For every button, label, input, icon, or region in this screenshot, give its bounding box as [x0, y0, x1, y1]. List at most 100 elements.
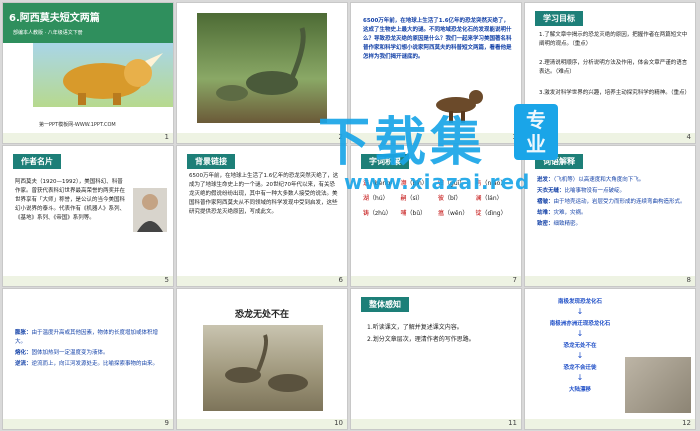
- slide-number: 8: [686, 276, 691, 284]
- definition-term: 致密：: [537, 221, 554, 227]
- definition-item: 膨胀：由于温度升高或其他因素，物体的长度增加或体积增大。: [15, 329, 165, 347]
- flow-step: 恐龙无处不在: [563, 343, 597, 349]
- arrow-down-icon: ↓: [576, 351, 584, 360]
- slide-thumbnail-9[interactable]: 膨胀：由于温度升高或其他因素，物体的长度增加或体积增大。熔化：固体加热到一定温度…: [2, 288, 174, 430]
- slide-thumbnail-12[interactable]: 南极发现恐龙化石 ↓ 南极洲亦洲迁现恐龙化石 ↓ 恐龙无处不在 ↓ 恐龙不会迁徙 ↓ 大陆漂移 …: [524, 288, 696, 430]
- slide-number: 9: [164, 419, 169, 427]
- slide-number: 10: [334, 419, 343, 427]
- slide-footer-bar: [525, 276, 695, 286]
- goal-item-3: 3.激发对科学世界的兴趣，培养主动探究科学的精神。（重点）: [539, 90, 690, 96]
- slide-thumbnail-10[interactable]: 恐龙无处不在 10: [176, 288, 348, 430]
- flow-step: 恐龙不会迁徙: [563, 365, 597, 371]
- task-item-2: 2.划分文章层次，理清作者的写作思路。: [367, 336, 475, 343]
- definition-text: 比喻事物没有一点破绽。: [564, 188, 626, 194]
- slide-thumbnail-1[interactable]: 6.阿西莫夫短文两篇 部编本人教版 · 八年级语文下册 第一PPT模板网-WWW…: [2, 2, 174, 144]
- flow-step: 南极发现恐龙化石: [557, 299, 602, 305]
- vocab-pinyin: （lán）: [481, 195, 503, 202]
- section-tag: 背景链接: [187, 154, 235, 169]
- definition-item: 致密：细致精密。: [537, 220, 687, 229]
- slide-number: 7: [512, 276, 517, 284]
- slide-footer-bar: [351, 276, 521, 286]
- definition-term: 迸发：: [537, 177, 554, 183]
- slide-footer-bar: [3, 276, 173, 286]
- vocab-pinyin: （dìng）: [481, 210, 507, 217]
- definition-item: 逆流：逆流而上，向江河发源处走。比喻探索事物的由来。: [15, 360, 165, 369]
- slide-thumbnail-8[interactable]: 词语解释 迸发：（飞机等）以高速度和大角度向下飞。 天衣无缝：比喻事物没有一点破绽…: [524, 145, 696, 287]
- arrow-down-icon: ↓: [576, 329, 584, 338]
- vocab-pinyin: （wēn）: [444, 210, 469, 217]
- slide-number: 11: [508, 419, 517, 427]
- flow-step: 大陆漂移: [568, 387, 591, 393]
- definition-term: 熔化：: [15, 350, 32, 356]
- fossil-photo: [625, 357, 691, 413]
- slide-footer-bar: [525, 419, 695, 429]
- watermark-side: 专业: [526, 108, 546, 156]
- arrow-down-icon: ↓: [576, 373, 584, 382]
- arrow-down-icon: ↓: [576, 307, 584, 316]
- definition-item: 天衣无缝：比喻事物没有一点破绽。: [537, 187, 687, 196]
- person-icon: [137, 194, 163, 232]
- dinosaur-illustration: [33, 43, 173, 107]
- section-tag: 整体感知: [361, 297, 409, 312]
- definition-item: 褶皱：由于地壳运动，岩层受力而形成的连续弯曲构造形式。: [537, 198, 687, 207]
- vocab-pinyin: （zhù）: [369, 210, 392, 217]
- intro-paragraph: 6500万年前，在地球上生活了1.6亿年的恐龙突然灭绝了，这成了生物史上最大的谜…: [363, 18, 512, 60]
- dinosaur-painting: [203, 325, 323, 411]
- slide-number: 12: [682, 419, 691, 427]
- slide-number: 5: [164, 276, 169, 284]
- definition-term: 褶皱：: [537, 199, 554, 205]
- definition-item: 熔化：固体加热到一定温度变为液体。: [15, 349, 165, 358]
- definition-text: 逆流而上，向江河发源处走。比喻探索事物的由来。: [31, 361, 159, 367]
- definition-term: 天衣无缝：: [537, 188, 565, 194]
- slide-sorter-grid: 6.阿西莫夫短文两篇 部编本人教版 · 八年级语文下册 第一PPT模板网-WWW…: [0, 0, 700, 431]
- goal-item-2: 2.理清说明顺序，分析说明方法及作用，体会文章严谨的语言表达。（难点）: [539, 60, 688, 75]
- flow-chart: 南极发现恐龙化石 ↓ 南极洲亦洲迁现恐龙化石 ↓ 恐龙无处不在 ↓ 恐龙不会迁徙 ↓ 大陆漂移: [535, 295, 625, 415]
- dinosaur-forest-photo: [197, 13, 327, 123]
- flow-step: 南极洲亦洲迁现恐龙化石: [549, 321, 611, 327]
- definition-term: 劫难：: [537, 210, 554, 216]
- triceratops-icon: [63, 53, 163, 105]
- author-portrait: [133, 188, 167, 232]
- vocab-item: 湖（hú）: [363, 193, 401, 202]
- definition-text: 灾难，灾祸。: [553, 210, 587, 216]
- vocab-item: 嗣（sì）: [401, 193, 439, 202]
- slide-number: 1: [164, 133, 169, 141]
- vocab-item: 澜（lán）: [476, 193, 514, 202]
- definition-text: 固体加热到一定温度变为液体。: [31, 350, 109, 356]
- definition-item: 劫难：灾难，灾祸。: [537, 209, 687, 218]
- definition-item: 迸发：（飞机等）以高速度和大角度向下飞。: [537, 176, 687, 185]
- vocab-item: 彼（bǐ）: [438, 193, 476, 202]
- slide-footer-bar: [177, 276, 347, 286]
- vocab-pinyin: （sì）: [406, 195, 424, 202]
- vocab-pinyin: （bǔ）: [406, 210, 427, 217]
- goal-item-1: 1.了解文章中揭示的恐龙灭绝的原因，把握作者在两篇短文中阐明的观点。（重点）: [539, 32, 688, 47]
- definition-list: 膨胀：由于温度升高或其他因素，物体的长度增加或体积增大。熔化：固体加热到一定温度…: [15, 329, 165, 371]
- slide-footer-bar: [3, 419, 173, 429]
- slide-number: 6: [338, 276, 343, 284]
- slide-title: 6.阿西莫夫短文两篇: [9, 13, 100, 24]
- definition-text: 细致精密。: [553, 221, 582, 227]
- slide-thumbnail-11[interactable]: 整体感知 1.听读课文，了解并复述课文内容。 2.划分文章层次，理清作者的写作思…: [350, 288, 522, 430]
- slide-footer-bar: [177, 419, 347, 429]
- vocab-pinyin: （bǐ）: [444, 195, 462, 202]
- watermark-main: 下载集: [318, 113, 487, 173]
- dinosaur-scene-icon: [216, 27, 306, 101]
- vocab-item: 瘟（wēn）: [438, 208, 476, 217]
- definition-text: 由于地壳运动，岩层受力而形成的连续弯曲构造形式。: [553, 199, 686, 205]
- slide-title: 恐龙无处不在: [234, 310, 289, 320]
- watermark-url: www.xiazai.red: [344, 170, 531, 194]
- slide-thumbnail-5[interactable]: 作者名片 阿西莫夫（1920—1992），美国科幻、科普作家。曾获代表科幻世界最…: [2, 145, 174, 287]
- section-tag: 学习目标: [535, 11, 583, 26]
- definition-text: 由于温度升高或其他因素，物体的长度增加或体积增大。: [15, 330, 159, 345]
- slide-footer-text: 第一PPT模板网-WWW.1PPT.COM: [39, 122, 116, 128]
- definition-list: 迸发：（飞机等）以高速度和大角度向下飞。 天衣无缝：比喻事物没有一点破绽。 褶皱：由…: [537, 176, 687, 231]
- vocab-item: 锭（dìng）: [476, 208, 514, 217]
- dinosaur-herd-icon: [225, 334, 308, 392]
- slide-number: 4: [686, 133, 691, 141]
- task-item-1: 1.听读课文，了解并复述课文内容。: [367, 324, 463, 331]
- author-bio: 阿西莫夫（1920—1992），美国科幻、科普作家。曾获代表科幻世界最高荣誉的两…: [15, 179, 126, 221]
- slide-footer-bar: [351, 419, 521, 429]
- background-paragraph: 6500万年前，在地球上生活了1.6亿年的恐龙突然灭绝了，这成为了地球生命史上的…: [189, 173, 339, 215]
- section-tag: 作者名片: [13, 154, 61, 169]
- vocab-pinyin: （hú）: [369, 195, 389, 202]
